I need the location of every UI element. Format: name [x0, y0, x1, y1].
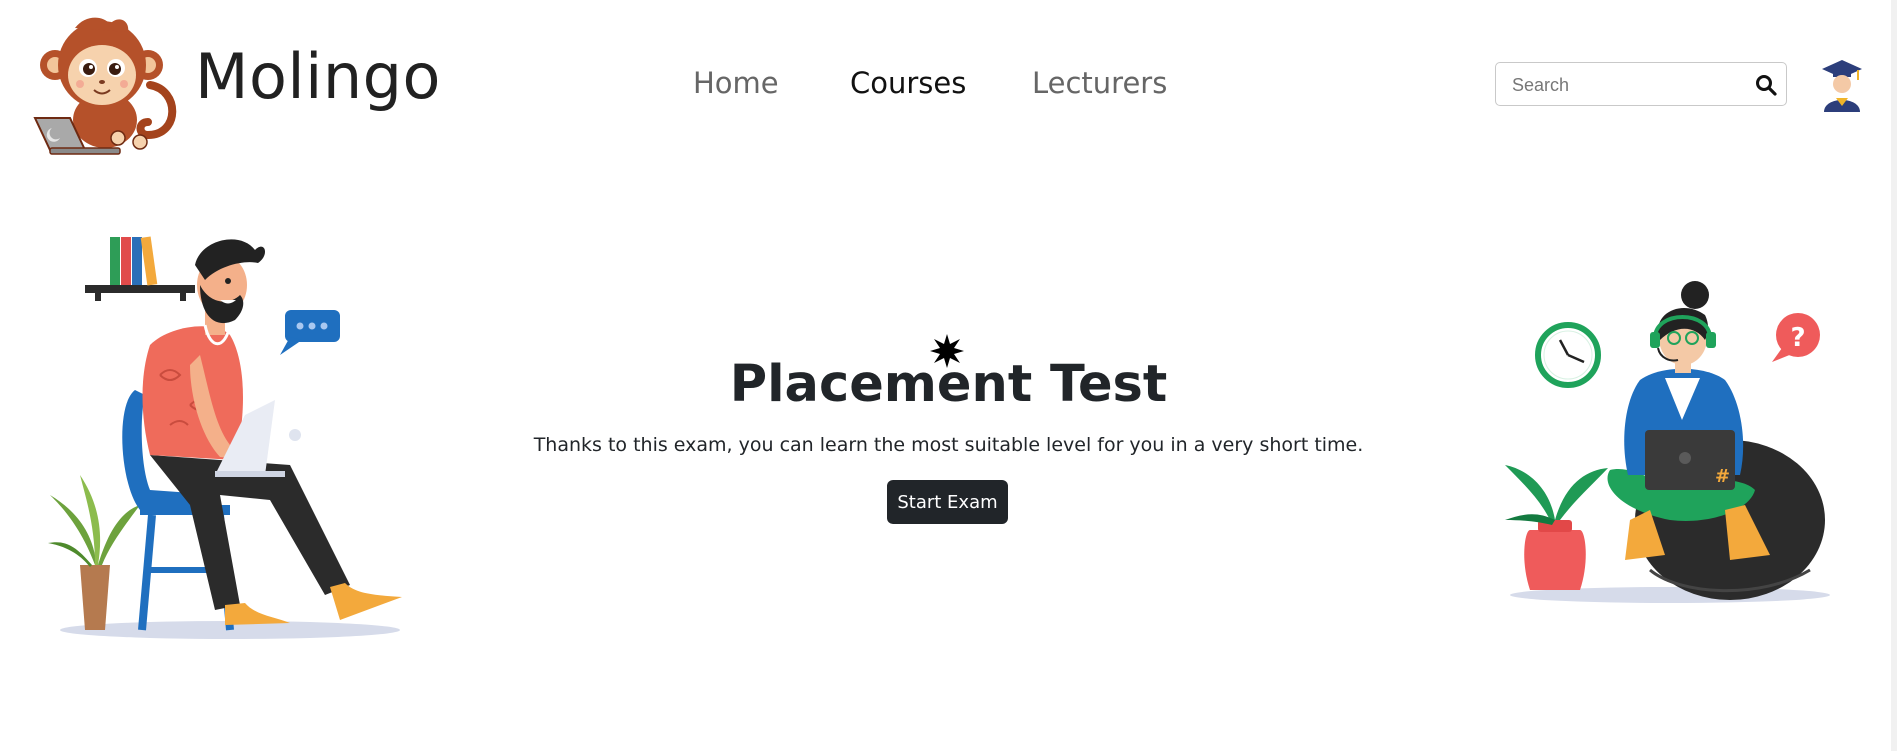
graduate-avatar-icon[interactable] [1820, 58, 1864, 112]
svg-text:#: # [1715, 466, 1730, 487]
search-input[interactable] [1510, 63, 1744, 107]
brand-name[interactable]: Molingo [195, 40, 441, 113]
nav-item-courses[interactable]: Courses [850, 66, 966, 100]
nav-item-home[interactable]: Home [693, 66, 779, 100]
search-icon[interactable] [1754, 73, 1778, 97]
page: Molingo Home Courses Lecturers Search Pl… [0, 0, 1897, 751]
svg-text:?: ? [1790, 323, 1805, 353]
monkey-logo-icon[interactable] [30, 10, 180, 160]
nav-item-lecturers[interactable]: Lecturers [1032, 66, 1167, 100]
woman-with-laptop-illustration: ? # [1505, 281, 1830, 603]
start-exam-button[interactable]: Start Exam [887, 480, 1008, 524]
search-box [1495, 62, 1787, 107]
page-scrollbar[interactable] [1891, 0, 1897, 751]
